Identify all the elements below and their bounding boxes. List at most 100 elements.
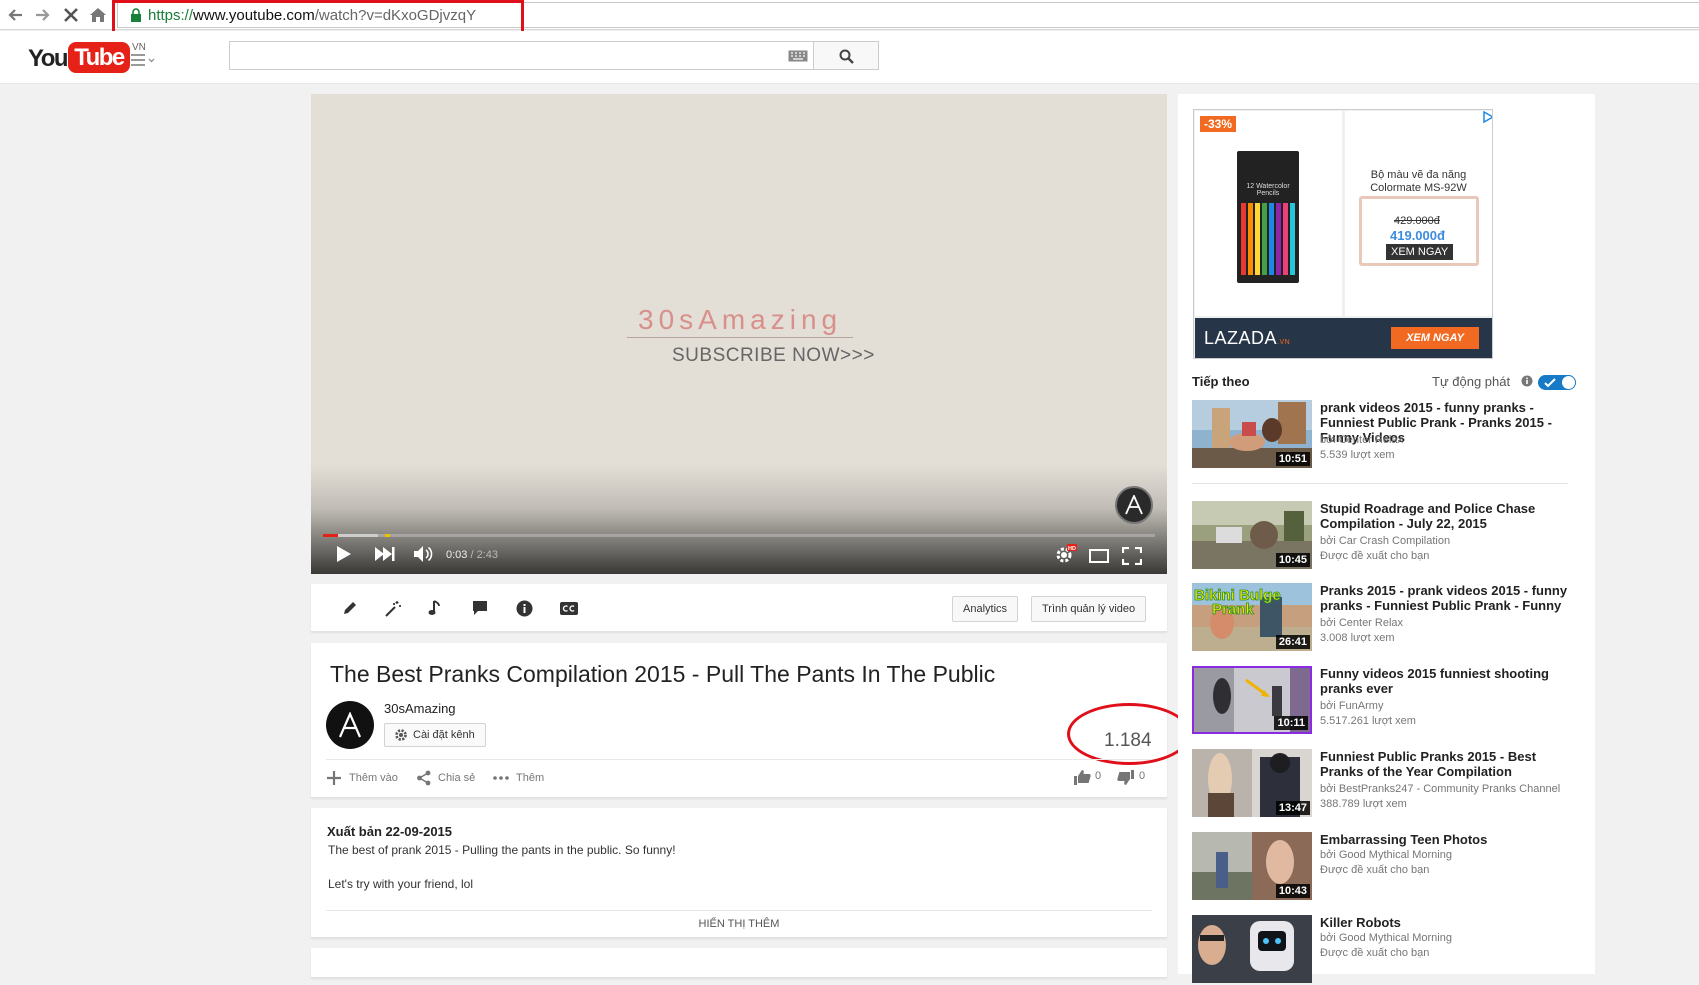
ad-old-price: 429.000đ (1394, 215, 1440, 227)
video-player[interactable]: 30sAmazing SUBSCRIBE NOW>>> 0:03 / 2:43 … (311, 94, 1167, 574)
video-thumbnail[interactable]: 10:51 (1192, 400, 1312, 468)
ad-product-left[interactable]: -33% 12 Watercolor Pencils (1195, 111, 1342, 316)
subtitles-cc-icon[interactable] (560, 602, 578, 615)
recommendation-item[interactable]: 10:43 Embarrassing Teen Photos bởi Good … (1192, 832, 1582, 902)
plus-icon (327, 771, 341, 785)
channel-settings-button[interactable]: Cài đặt kênh (384, 723, 486, 747)
ad-product-right[interactable]: Bộ màu vẽ đa năng Colormate MS-92W 429.0… (1345, 111, 1492, 316)
home-icon[interactable] (88, 5, 108, 25)
pencil-stick (1255, 203, 1260, 275)
recommendation-title[interactable]: Killer Robots (1320, 915, 1582, 930)
gear-icon (395, 729, 407, 741)
video-thumbnail[interactable]: 13:47 (1192, 749, 1312, 817)
recommendation-title[interactable]: Stupid Roadrage and Police Chase Compila… (1320, 501, 1582, 531)
recommendation-item[interactable]: 10:51 prank videos 2015 - funny pranks -… (1192, 400, 1582, 470)
pencil-stick (1276, 203, 1281, 275)
duration-badge: 10:45 (1275, 553, 1310, 567)
watch-sidebar: -33% 12 Watercolor Pencils Bộ màu vẽ đa … (1178, 94, 1595, 983)
pencil-stick (1248, 203, 1253, 275)
volume-icon[interactable] (414, 546, 434, 562)
info-cards-icon[interactable] (516, 600, 533, 617)
ad-product-name: Bộ màu vẽ đa năng Colormate MS-92W (1370, 169, 1467, 194)
video-manager-button[interactable]: Trình quản lý video (1031, 596, 1147, 622)
description-divider (326, 910, 1152, 911)
annotations-comment-icon[interactable] (472, 600, 488, 616)
recommendation-title[interactable]: Funniest Public Pranks 2015 - Best Prank… (1320, 749, 1582, 779)
video-thumbnail[interactable]: 10:11 (1192, 666, 1312, 734)
progress-bar[interactable] (323, 534, 1155, 537)
more-actions-button[interactable]: Thêm (492, 770, 552, 786)
recommendation-channel: bởi Good Mythical Morning (1320, 932, 1452, 944)
recommendation-title[interactable]: Embarrassing Teen Photos (1320, 832, 1582, 847)
ad-view-now-button[interactable]: XEM NGAY (1391, 327, 1479, 349)
more-label: Thêm (516, 772, 545, 784)
toggle-knob (1562, 376, 1575, 389)
recommendation-meta: 5.517.261 lượt xem (1320, 715, 1416, 727)
keyboard-icon[interactable] (788, 50, 808, 62)
info-divider (326, 759, 1152, 760)
recommendation-item[interactable]: Killer Robots bởi Good Mythical Morning … (1192, 915, 1582, 985)
recommendation-meta: Được đề xuất cho bạn (1320, 864, 1430, 876)
video-info: The Best Pranks Compilation 2015 - Pull … (311, 643, 1191, 798)
view-count-highlight-annotation (1067, 703, 1191, 765)
brand-divider (627, 337, 853, 338)
share-label: Chia sẻ (438, 772, 476, 784)
pencil-box-image: 12 Watercolor Pencils (1237, 151, 1299, 283)
next-icon[interactable] (375, 547, 395, 561)
channel-watermark[interactable] (1115, 486, 1153, 524)
add-to-button[interactable]: Thêm vào (326, 770, 406, 786)
current-time: 0:03 (446, 549, 468, 561)
description-line: The best of prank 2015 - Pulling the pan… (328, 843, 676, 857)
recommendation-item[interactable]: 13:47 Funniest Public Pranks 2015 - Best… (1192, 749, 1582, 819)
recommendation-item[interactable]: 10:45 Stupid Roadrage and Police Chase C… (1192, 501, 1582, 571)
video-thumbnail[interactable]: Bikini Bulge Prank 26:41 (1192, 583, 1312, 651)
recommendation-item[interactable]: Bikini Bulge Prank 26:41 Pranks 2015 - pr… (1192, 583, 1582, 653)
logo-you: You (28, 45, 69, 72)
hd-badge: HD (1068, 546, 1076, 552)
adchoices-icon[interactable] (1482, 111, 1492, 123)
analytics-button[interactable]: Analytics (952, 596, 1019, 622)
info-icon[interactable] (1521, 375, 1533, 387)
play-icon[interactable] (336, 545, 352, 563)
share-icon (417, 770, 431, 786)
channel-avatar[interactable] (326, 701, 374, 749)
theater-mode-icon[interactable] (1089, 549, 1109, 563)
share-button[interactable]: Chia sẻ (416, 770, 486, 786)
recommendation-title[interactable]: Funny videos 2015 funniest shooting pran… (1320, 666, 1582, 696)
description-line: Let's try with your friend, lol (328, 877, 474, 891)
enhancements-wand-icon[interactable] (384, 600, 402, 618)
video-thumbnail[interactable]: 10:43 (1192, 832, 1312, 900)
stop-loading-icon[interactable] (61, 5, 81, 25)
search-icon (839, 49, 854, 64)
autoplay-toggle[interactable] (1538, 375, 1576, 390)
progress-played (323, 534, 338, 537)
progress-ad-marker (385, 534, 390, 537)
fullscreen-icon[interactable] (1122, 547, 1142, 565)
audio-note-icon[interactable] (428, 600, 442, 616)
forward-icon[interactable] (32, 5, 52, 25)
search-input[interactable] (229, 41, 814, 70)
display-ad[interactable]: -33% 12 Watercolor Pencils Bộ màu vẽ đa … (1193, 109, 1493, 359)
creator-toolbar: Analytics Trình quản lý video (311, 584, 1167, 632)
add-to-label: Thêm vào (349, 772, 398, 784)
ad-view-now-small-button[interactable]: XEM NGAY (1386, 244, 1454, 260)
video-thumbnail[interactable]: 10:45 (1192, 501, 1312, 569)
check-icon (1544, 378, 1556, 388)
lazada-brand: LAZADA (1204, 328, 1278, 348)
show-more-button[interactable]: HIỂN THỊ THÊM (311, 918, 1167, 930)
edit-pencil-icon[interactable] (342, 600, 358, 616)
recommendation-title[interactable]: Pranks 2015 - prank videos 2015 - funny … (1320, 583, 1582, 613)
search-button[interactable] (814, 41, 879, 70)
video-thumbnail[interactable] (1192, 915, 1312, 983)
recommendation-meta: 5.539 lượt xem (1320, 449, 1395, 461)
video-brand-text: 30sAmazing (638, 304, 843, 335)
dislike-count: 0 (1139, 770, 1146, 782)
duration-badge: 13:47 (1275, 801, 1310, 815)
logo-tube: Tube (68, 42, 130, 73)
recommendation-item[interactable]: 10:11 Funny videos 2015 funniest shootin… (1192, 666, 1582, 736)
channel-name[interactable]: 30sAmazing (384, 701, 456, 716)
back-icon[interactable] (6, 5, 26, 25)
guide-menu-icon[interactable] (131, 54, 155, 66)
settings-gear-icon[interactable]: HD (1055, 544, 1077, 564)
pencil-stick (1269, 203, 1274, 275)
